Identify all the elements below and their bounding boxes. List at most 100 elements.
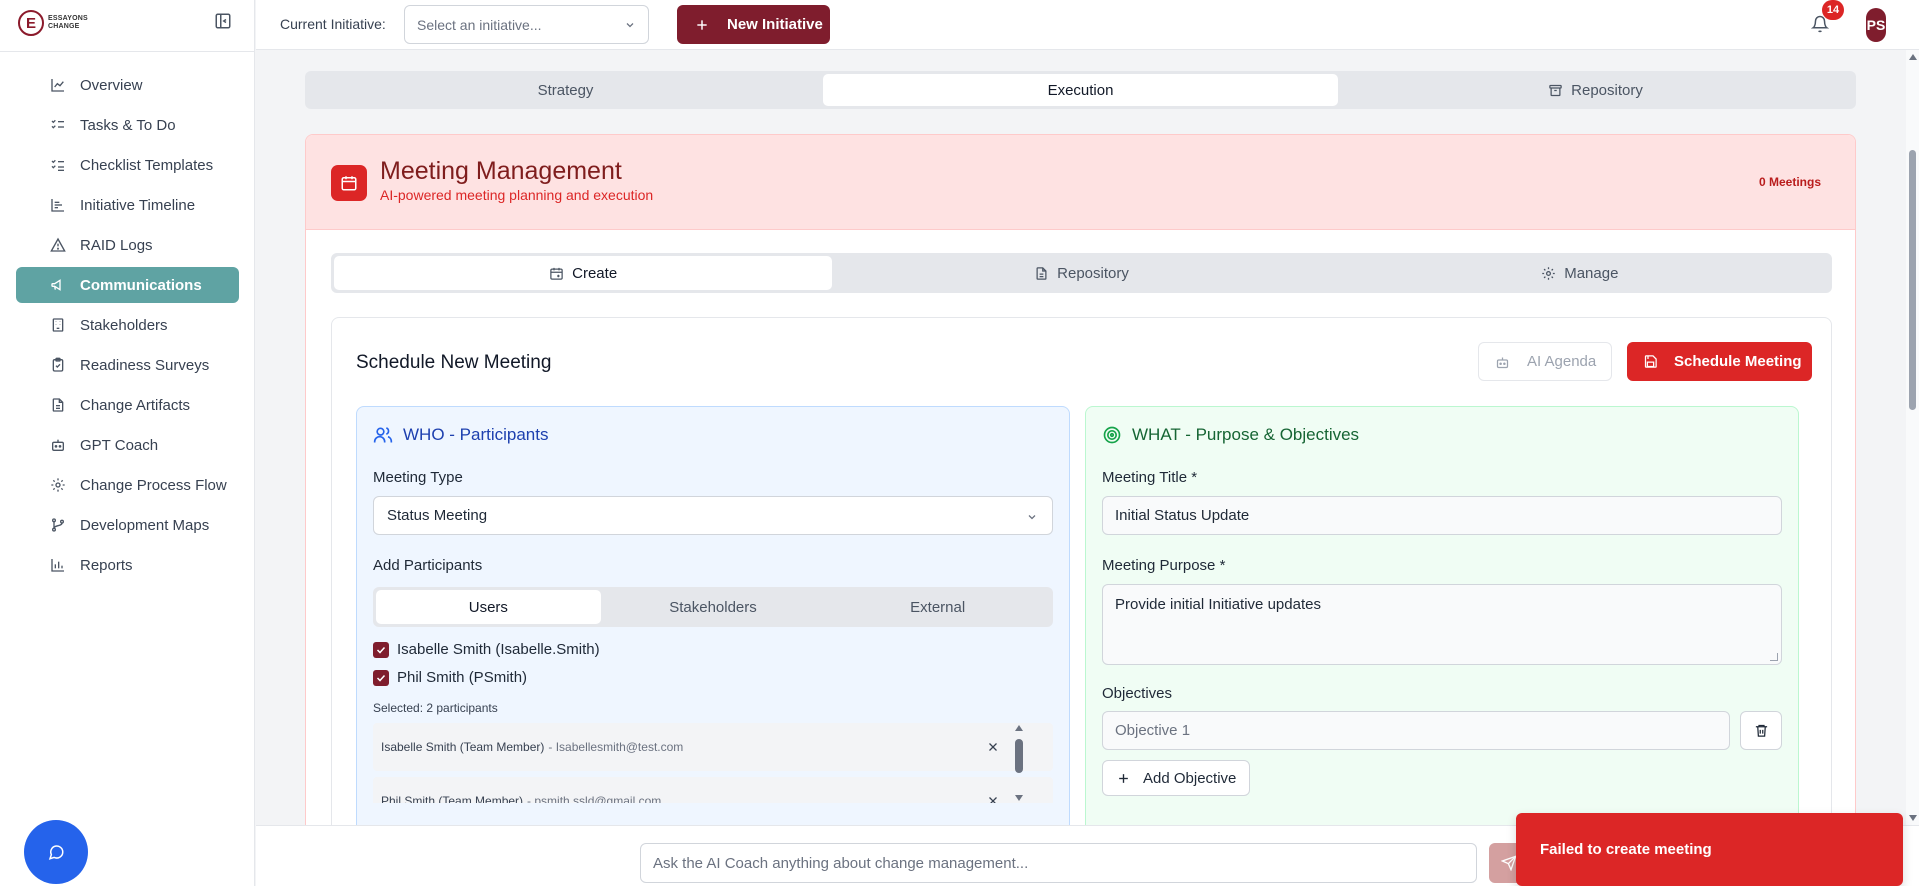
initiative-select[interactable]: Select an initiative...: [404, 5, 649, 44]
remove-participant-close-icon[interactable]: [987, 741, 999, 753]
sidebar-item-initiative-timeline[interactable]: Initiative Timeline: [16, 187, 239, 223]
participant-checkbox-label: Phil Smith (PSmith): [397, 669, 528, 686]
logo-mark: E: [18, 10, 44, 36]
target-icon: [1102, 425, 1122, 445]
sidebar-item-stakeholders[interactable]: Stakeholders: [16, 307, 239, 343]
checkbox-checked[interactable]: [373, 641, 389, 658]
selected-participants-count: Selected: 2 participants: [373, 701, 498, 715]
sidebar-item-label: Checklist Templates: [80, 156, 214, 174]
checkbox-checked[interactable]: [373, 669, 389, 686]
new-initiative-button[interactable]: New Initiative: [677, 5, 830, 44]
sidebar-item-change-artifacts[interactable]: Change Artifacts: [16, 387, 239, 423]
participants-scrollbar[interactable]: [1013, 723, 1025, 803]
meeting-management-title: Meeting Management: [380, 157, 622, 185]
ai-agenda-label: AI Agenda: [1527, 353, 1597, 370]
sidebar-item-raid-logs[interactable]: RAID Logs: [16, 227, 239, 263]
remove-participant-close-icon[interactable]: [987, 795, 999, 803]
document-icon: [50, 397, 66, 413]
scrollbar-thumb[interactable]: [1909, 150, 1916, 410]
schedule-meeting-button[interactable]: Schedule Meeting: [1627, 342, 1812, 381]
workflow-icon: [50, 477, 66, 493]
tab-label: Manage: [1564, 264, 1619, 282]
tab-meeting-repository[interactable]: Repository: [832, 256, 1330, 290]
participant-checkbox-row[interactable]: Isabelle Smith (Isabelle.Smith): [373, 641, 600, 658]
plus-icon: [695, 18, 709, 32]
meeting-type-value: Status Meeting: [387, 507, 488, 524]
bot-icon: [50, 437, 66, 453]
top-header: Current Initiative: Select an initiative…: [256, 0, 1919, 50]
sidebar-item-label: GPT Coach: [80, 436, 159, 454]
tab-external[interactable]: External: [825, 590, 1050, 624]
meeting-title-input[interactable]: Initial Status Update: [1102, 496, 1782, 535]
sidebar-item-gpt-coach[interactable]: GPT Coach: [16, 427, 239, 463]
chevron-down-icon: [624, 19, 636, 31]
save-icon: [1643, 354, 1658, 369]
chevron-down-icon: [1026, 511, 1038, 523]
sidebar-item-label: Overview: [80, 76, 143, 94]
objective-placeholder: Objective 1: [1115, 722, 1191, 739]
tab-strategy[interactable]: Strategy: [308, 74, 823, 106]
schedule-meeting-card: Schedule New Meeting AI Agenda Schedule …: [331, 317, 1832, 885]
avatar[interactable]: PS: [1866, 8, 1886, 42]
sidebar-item-checklist-templates[interactable]: Checklist Templates: [16, 147, 239, 183]
sidebar-item-overview[interactable]: Overview: [16, 67, 239, 103]
sidebar-item-change-process-flow[interactable]: Change Process Flow: [16, 467, 239, 503]
logo-row: E ESSAYONS CHANGE: [0, 0, 254, 52]
tab-users[interactable]: Users: [376, 590, 601, 624]
scroll-up-arrow-icon[interactable]: [1015, 725, 1023, 731]
bot-icon: [1495, 355, 1510, 370]
tab-manage[interactable]: Manage: [1331, 256, 1829, 290]
sidebar-item-communications[interactable]: Communications: [16, 267, 239, 303]
meeting-purpose-value: Provide initial Initiative updates: [1115, 596, 1321, 613]
meeting-purpose-textarea[interactable]: Provide initial Initiative updates: [1102, 584, 1782, 665]
logo-text: ESSAYONS CHANGE: [48, 15, 88, 30]
chat-fab-button[interactable]: [24, 820, 88, 884]
resize-handle-icon[interactable]: [1770, 653, 1778, 661]
error-toast[interactable]: Failed to create meeting: [1516, 813, 1903, 886]
scroll-down-arrow-icon[interactable]: [1015, 795, 1023, 801]
ai-agenda-button[interactable]: AI Agenda: [1478, 342, 1612, 381]
tab-create[interactable]: Create: [334, 256, 833, 290]
list-checks-icon: [50, 157, 66, 173]
what-heading: WHAT - Purpose & Objectives: [1102, 425, 1359, 445]
participant-checkbox-row[interactable]: Phil Smith (PSmith): [373, 669, 527, 686]
notification-badge: 14: [1822, 0, 1844, 20]
participant-email: - Isabellesmith@test.com: [548, 740, 684, 754]
sidebar-toggle-icon[interactable]: [214, 12, 232, 30]
participant-name: Isabelle Smith (Team Member): [381, 740, 545, 754]
add-objective-label: Add Objective: [1143, 769, 1237, 787]
participant-email: - psmith.ssld@gmail.com: [527, 794, 662, 803]
sidebar-item-tasks[interactable]: Tasks & To Do: [16, 107, 239, 143]
scrollbar-thumb[interactable]: [1015, 739, 1023, 773]
meeting-type-select[interactable]: Status Meeting: [373, 496, 1053, 535]
meeting-type-label: Meeting Type: [373, 469, 463, 486]
schedule-title: Schedule New Meeting: [356, 352, 552, 373]
warning-triangle-icon: [50, 237, 66, 253]
scroll-down-arrow-icon[interactable]: [1909, 815, 1917, 821]
who-participants-panel: WHO - Participants Meeting Type Status M…: [356, 406, 1070, 885]
megaphone-icon: [50, 277, 66, 293]
archive-icon: [1548, 83, 1563, 98]
sidebar-item-readiness-surveys[interactable]: Readiness Surveys: [16, 347, 239, 383]
logo[interactable]: E ESSAYONS CHANGE: [18, 10, 88, 36]
tab-execution[interactable]: Execution: [823, 74, 1338, 106]
objective-input[interactable]: Objective 1: [1102, 711, 1730, 750]
list-checks-icon: [50, 117, 66, 133]
add-objective-button[interactable]: Add Objective: [1102, 760, 1250, 796]
building-icon: [50, 317, 66, 333]
sidebar-item-reports[interactable]: Reports: [16, 547, 239, 583]
clipboard-icon: [50, 357, 66, 373]
git-branch-icon: [50, 517, 66, 533]
what-title: WHAT - Purpose & Objectives: [1132, 425, 1360, 444]
ai-coach-input[interactable]: Ask the AI Coach anything about change m…: [640, 843, 1477, 883]
delete-objective-button[interactable]: [1740, 711, 1782, 750]
page-scrollbar[interactable]: [1906, 50, 1919, 825]
scroll-up-arrow-icon[interactable]: [1909, 54, 1917, 60]
tab-repository[interactable]: Repository: [1338, 74, 1853, 106]
ai-coach-placeholder: Ask the AI Coach anything about change m…: [653, 854, 1029, 872]
sidebar-item-development-maps[interactable]: Development Maps: [16, 507, 239, 543]
tab-stakeholders[interactable]: Stakeholders: [601, 590, 826, 624]
who-title: WHO - Participants: [403, 425, 549, 444]
tab-label: Repository: [1057, 264, 1129, 282]
participant-tabs: Users Stakeholders External: [373, 587, 1053, 627]
